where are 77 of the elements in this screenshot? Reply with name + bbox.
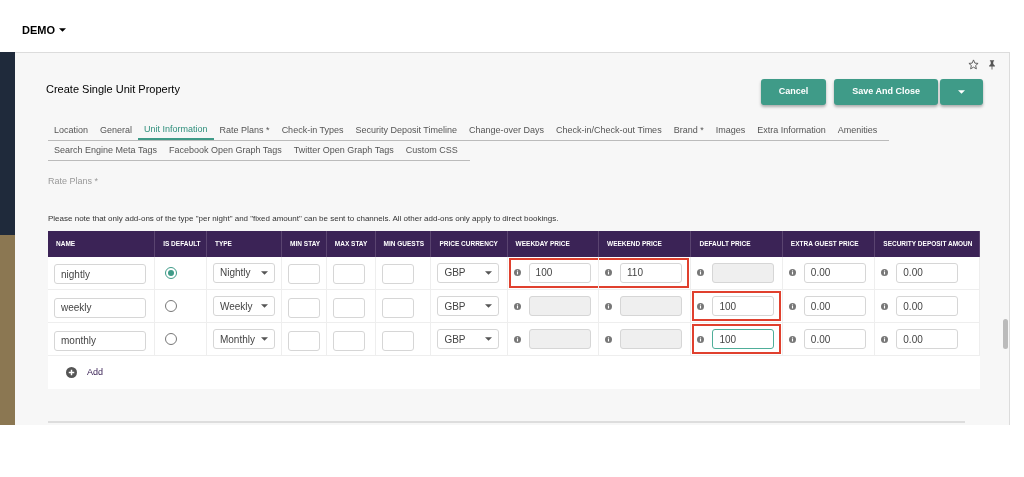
number-field[interactable] [381,264,414,285]
price-field[interactable]: 100 [712,329,775,349]
pin-icon[interactable] [987,59,997,70]
tab[interactable]: Brand * [667,121,710,140]
tab[interactable]: General [94,121,139,140]
tab[interactable]: Images [709,121,752,140]
tab[interactable]: Twitter Open Graph Tags [287,141,400,160]
add-button[interactable]: Add [66,365,103,379]
info-icon [697,302,705,310]
type-select[interactable]: Weekly [212,296,275,316]
number-field[interactable] [288,264,321,285]
tab[interactable]: Check-in Types [275,121,350,140]
price-field[interactable]: 0.00 [896,329,959,349]
number-field[interactable] [332,330,365,351]
name-field[interactable]: weekly [54,297,146,318]
price-field[interactable]: 100 [528,262,591,283]
scrollbar[interactable] [1003,318,1008,349]
number-field[interactable] [288,330,321,351]
account-menu[interactable]: DEMO [22,21,66,39]
section-label: Rate Plans * [47,175,100,188]
price-field[interactable]: 0.00 [803,296,866,316]
info-icon [788,269,796,277]
tab[interactable]: Unit Information [138,121,214,140]
info-icon [513,302,521,310]
caret-icon [260,270,268,275]
number-field[interactable] [288,297,321,318]
currency-select[interactable]: GBP [437,296,500,316]
number-field[interactable] [332,264,365,285]
tab[interactable]: Facebook Open Graph Tags [162,141,288,160]
tab[interactable]: Security Deposit Timeline [349,121,464,140]
type-select[interactable]: Monthly [212,329,275,349]
info-icon [788,335,796,343]
info-icon [881,269,889,277]
type-select[interactable]: Nightly [212,262,275,283]
info-icon [697,269,705,277]
tab[interactable]: Search Engine Meta Tags [48,141,163,160]
currency-select[interactable]: GBP [437,329,500,349]
caret-icon [485,304,493,308]
caret-icon [485,270,493,275]
number-field[interactable] [381,297,414,318]
star-icon[interactable] [968,59,979,70]
info-icon [513,269,521,277]
info-icon [513,335,521,343]
caret-icon [59,28,66,32]
tab[interactable]: Extra Information [751,121,832,140]
name-field[interactable]: nightly [54,264,146,285]
note-text: Please note that only add-ons of the type "per night" and "fixed amount" can be sent to channels. All other add-ons only apply to direct bookings. [47,212,560,225]
price-field[interactable]: 110 [620,262,682,283]
number-field[interactable] [381,330,414,351]
tab[interactable]: Location [48,121,95,140]
tab[interactable]: Amenities [831,121,884,140]
currency-select[interactable]: GBP [437,262,500,283]
info-icon [605,302,612,310]
info-icon [788,302,796,310]
price-field[interactable]: 0.00 [896,296,959,316]
plus-icon [66,366,77,378]
price-field[interactable]: 0.00 [896,262,959,283]
tab[interactable]: Custom CSS [399,141,464,160]
price-field[interactable]: 100 [712,296,775,316]
tab[interactable]: Change-over Days [463,121,551,140]
tab[interactable]: Rate Plans * [213,121,276,140]
caret-icon [260,337,268,341]
info-icon [697,335,705,343]
info-icon [881,302,889,310]
caret-icon [485,337,493,341]
info-icon [881,335,889,343]
page-title: Create Single Unit Property [46,82,181,97]
info-icon [605,269,612,277]
number-field[interactable] [332,297,365,318]
price-field[interactable]: 0.00 [803,329,866,349]
price-field[interactable]: 0.00 [803,262,866,283]
caret-icon [958,90,965,94]
info-icon [605,335,612,343]
tab[interactable]: Check-in/Check-out Times [550,121,668,140]
caret-icon [260,304,268,308]
name-field[interactable]: monthly [54,330,146,351]
dropdown-button[interactable] [940,79,983,105]
